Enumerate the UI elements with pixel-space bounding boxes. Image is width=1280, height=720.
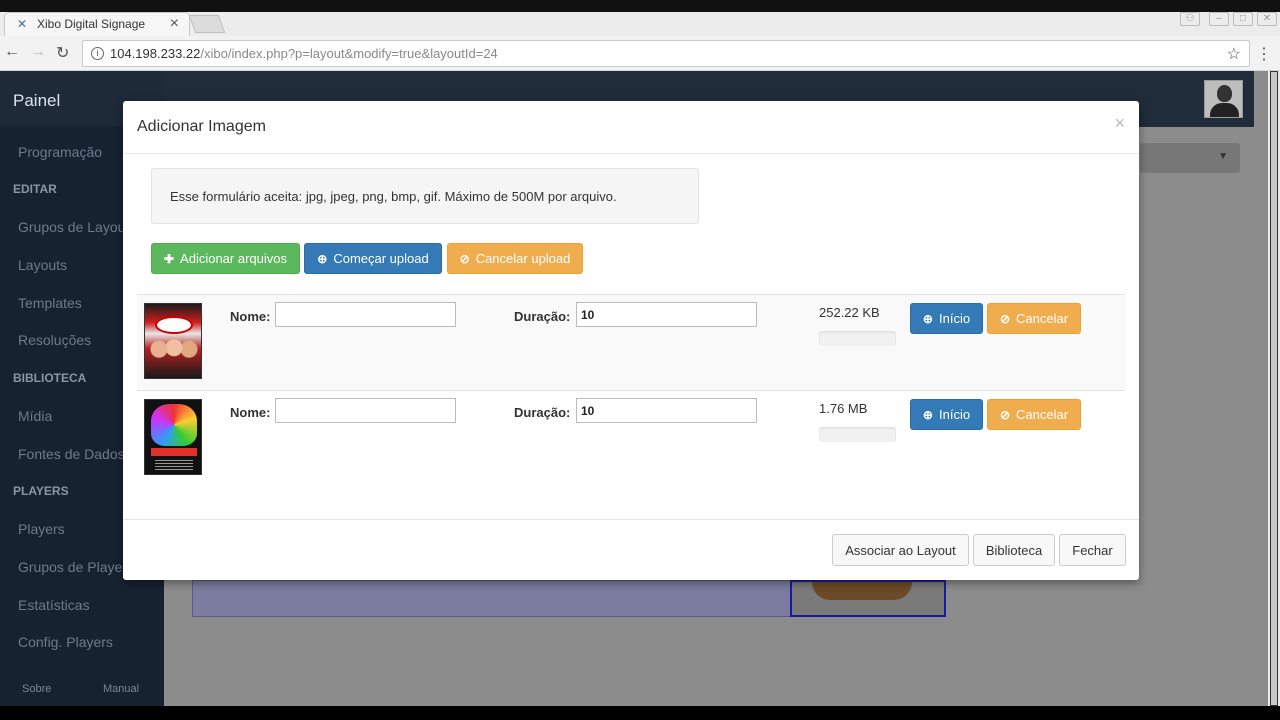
sidebar-item-estatisticas[interactable]: Estatísticas: [18, 597, 158, 613]
file-size: 252.22 KB: [819, 305, 880, 320]
upload-file-row: Nome: Duração: 252.22 KB ⊕Início ⊘Cancel…: [137, 294, 1125, 390]
back-icon[interactable]: ←: [4, 43, 20, 61]
name-input[interactable]: [275, 398, 456, 423]
assign-to-layout-button[interactable]: Associar ao Layout: [832, 534, 969, 566]
maximize-icon[interactable]: □: [1233, 12, 1253, 26]
name-label: Nome:: [230, 405, 271, 420]
address-bar[interactable]: i 104.198.233.22/xibo/index.php?p=layout…: [82, 40, 1250, 67]
ban-icon: ⊘: [999, 311, 1011, 326]
add-files-button[interactable]: ✚ Adicionar arquivos: [151, 243, 300, 274]
file-size: 1.76 MB: [819, 401, 868, 416]
window-close-icon[interactable]: ✕: [1257, 12, 1277, 26]
xibo-favicon-icon: ✕: [17, 17, 28, 31]
chevron-down-icon: ▼: [1218, 151, 1228, 162]
sidebar-about-link[interactable]: Sobre: [22, 683, 51, 695]
avatar[interactable]: [1204, 80, 1243, 118]
name-input[interactable]: [275, 302, 456, 327]
page-scrollbar[interactable]: [1268, 71, 1280, 706]
tab-title: Xibo Digital Signage: [37, 17, 146, 31]
upload-progress: [819, 427, 896, 442]
ban-icon: ⊘: [999, 407, 1011, 422]
upload-circle-icon: ⊕: [922, 311, 933, 326]
cancel-file-button[interactable]: ⊘ Cancelar: [987, 303, 1081, 334]
new-tab-button[interactable]: [188, 15, 226, 33]
duration-input[interactable]: [576, 302, 757, 327]
tab-close-icon[interactable]: ×: [170, 15, 179, 33]
plus-icon: ✚: [163, 251, 175, 266]
add-image-modal: Adicionar Imagem × Esse formulário aceit…: [123, 101, 1139, 580]
file-thumbnail: [144, 303, 202, 379]
close-button[interactable]: Fechar: [1059, 534, 1126, 566]
sidebar-manual-link[interactable]: Manual: [103, 683, 139, 695]
browser-toolbar: ← → ↻ i 104.198.233.22/xibo/index.php?p=…: [0, 36, 1280, 71]
sidebar-item-config-players[interactable]: Config. Players: [18, 634, 158, 650]
layout-region[interactable]: [790, 580, 946, 617]
duration-label: Duração:: [514, 405, 571, 420]
reload-icon[interactable]: ↻: [56, 43, 69, 63]
site-info-icon[interactable]: i: [91, 47, 104, 60]
profile-icon[interactable]: ⚇: [1180, 12, 1200, 26]
layout-select[interactable]: ▼: [1140, 143, 1240, 173]
minimize-icon[interactable]: –: [1209, 12, 1229, 26]
divider: [123, 519, 1139, 520]
divider: [123, 153, 1139, 154]
start-file-button[interactable]: ⊕ Início: [910, 399, 983, 430]
cancel-file-button[interactable]: ⊘ Cancelar: [987, 399, 1081, 430]
accepted-formats-info: Esse formulário aceita: jpg, jpeg, png, …: [151, 168, 699, 224]
browser-tab[interactable]: ✕ Xibo Digital Signage ×: [4, 12, 190, 36]
cancel-upload-button[interactable]: ⊘ Cancelar upload: [447, 243, 583, 274]
browser-tab-strip: ✕ Xibo Digital Signage × ⚇ – □ ✕: [0, 12, 1280, 36]
start-file-button[interactable]: ⊕ Início: [910, 303, 983, 334]
duration-label: Duração:: [514, 309, 571, 324]
forward-icon[interactable]: →: [30, 43, 46, 61]
bookmark-star-icon[interactable]: ☆: [1227, 44, 1241, 64]
browser-menu-icon[interactable]: ⋮: [1256, 44, 1272, 64]
sidebar-header-editar: EDITAR: [13, 182, 57, 196]
ban-icon: ⊘: [459, 251, 470, 266]
modal-title: Adicionar Imagem: [137, 118, 266, 135]
duration-input[interactable]: [576, 398, 757, 423]
url-text: 104.198.233.22/xibo/index.php?p=layout&m…: [110, 46, 498, 61]
upload-circle-icon: ⊕: [317, 251, 328, 266]
upload-circle-icon: ⊕: [922, 407, 933, 422]
upload-file-row: Nome: Duração: 1.76 MB ⊕Início ⊘Cancelar: [137, 390, 1125, 486]
name-label: Nome:: [230, 309, 271, 324]
layout-canvas: [192, 580, 792, 617]
sidebar-header-players: PLAYERS: [13, 484, 69, 498]
os-bottom-bar: [0, 706, 1280, 720]
sidebar-header-biblioteca: BIBLIOTECA: [13, 371, 87, 385]
screen: ✕ Xibo Digital Signage × ⚇ – □ ✕ ← → ↻ i…: [0, 0, 1280, 720]
sidebar-brand[interactable]: Painel: [13, 91, 60, 111]
upload-progress: [819, 331, 896, 346]
modal-close-icon[interactable]: ×: [1114, 113, 1125, 134]
library-button[interactable]: Biblioteca: [973, 534, 1055, 566]
file-thumbnail: [144, 399, 202, 475]
start-upload-button[interactable]: ⊕ Começar upload: [304, 243, 442, 274]
os-top-bar: [0, 0, 1280, 12]
